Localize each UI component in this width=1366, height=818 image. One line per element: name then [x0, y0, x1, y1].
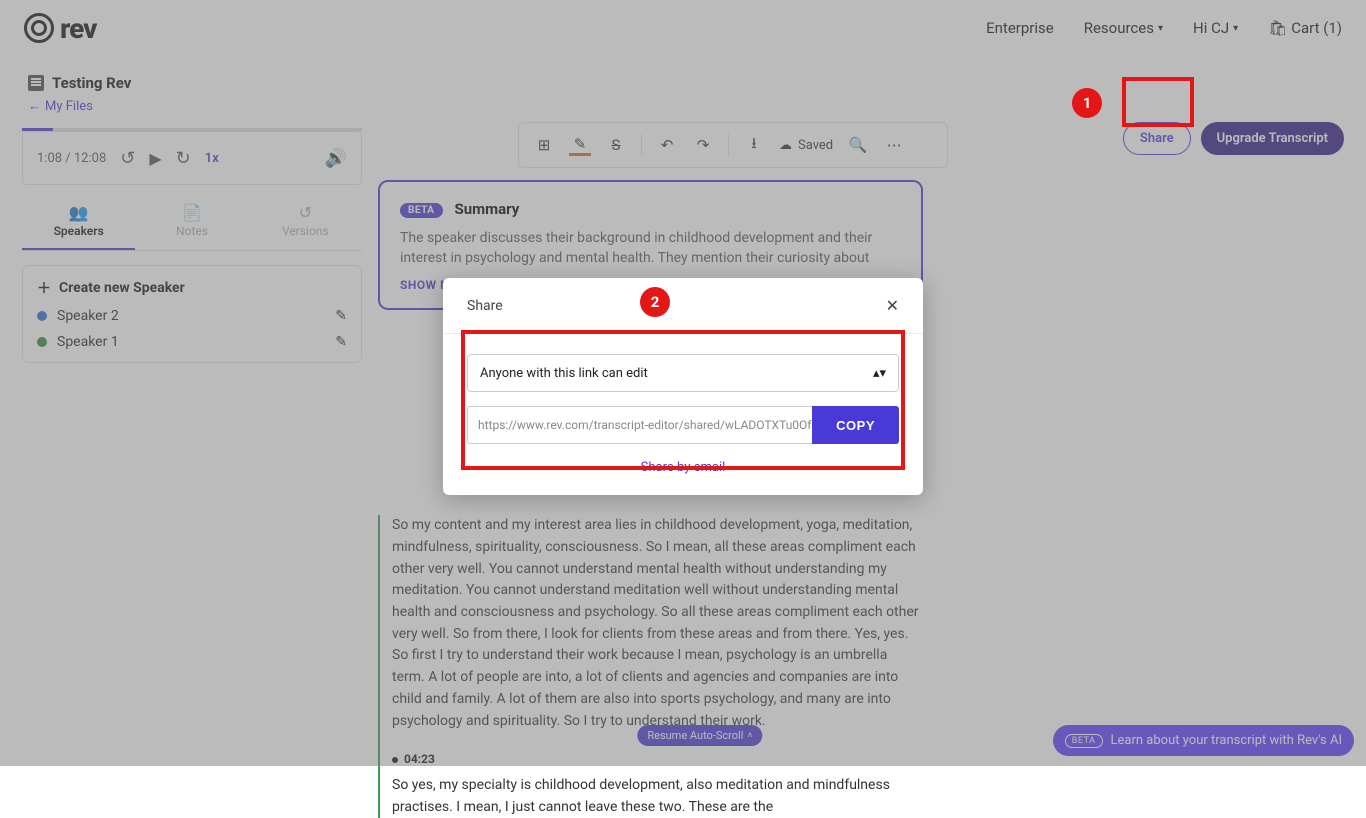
close-icon[interactable]: ✕ [886, 296, 899, 315]
share-by-email-link[interactable]: Share by email [467, 460, 899, 475]
share-permission-select[interactable]: Anyone with this link can edit ▴▾ [467, 354, 899, 392]
select-caret-icon: ▴▾ [873, 366, 886, 381]
transcript-text[interactable]: So yes, my specialty is childhood develo… [392, 775, 923, 818]
share-permission-label: Anyone with this link can edit [480, 366, 648, 381]
modal-title: Share [467, 298, 503, 314]
share-modal: Share ✕ Anyone with this link can edit ▴… [443, 278, 923, 495]
share-link-field[interactable]: https://www.rev.com/transcript-editor/sh… [467, 406, 812, 444]
copy-link-button[interactable]: COPY [812, 406, 899, 444]
